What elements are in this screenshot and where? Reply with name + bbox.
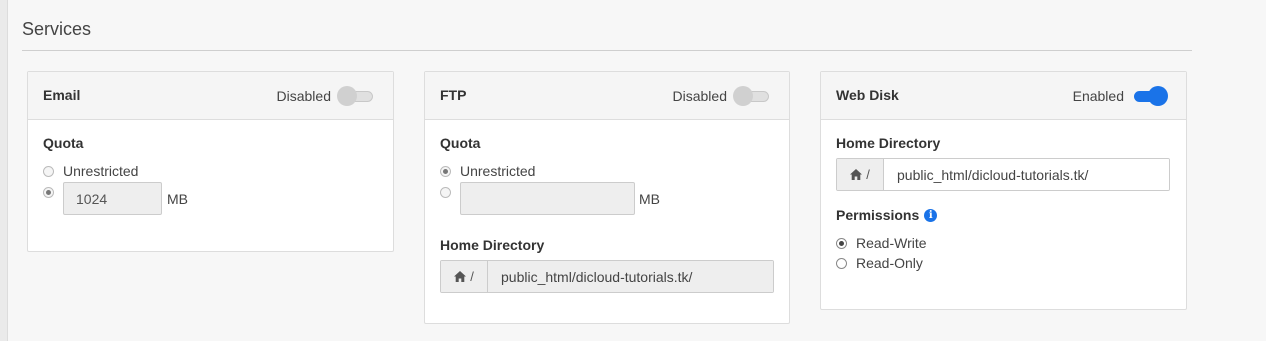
email-limited-radio[interactable] [43, 187, 54, 198]
email-quota-label: Quota [43, 135, 84, 151]
ftp-home-directory-field: / public_html/dicloud-tutorials.tk/ [440, 260, 774, 293]
webdisk-home-prefix: / [837, 159, 884, 190]
webdisk-toggle-label: Enabled [1072, 88, 1124, 104]
webdisk-home-directory-input[interactable]: public_html/dicloud-tutorials.tk/ [884, 159, 1169, 190]
email-panel-title: Email [43, 87, 81, 103]
section-divider [22, 50, 1192, 51]
ftp-panel-header: FTP Disabled [425, 72, 789, 120]
ftp-home-directory-input[interactable]: public_html/dicloud-tutorials.tk/ [488, 261, 773, 292]
webdisk-panel-title: Web Disk [836, 87, 899, 103]
webdisk-panel-header: Web Disk Enabled [821, 72, 1186, 120]
email-toggle-label: Disabled [276, 88, 331, 104]
email-toggle-group: Disabled [277, 85, 375, 107]
webdisk-read-write-label: Read-Write [856, 235, 927, 251]
webdisk-permissions-heading: Permissions i [836, 207, 938, 223]
webdisk-permissions-label: Permissions [836, 207, 920, 223]
webdisk-read-only-label: Read-Only [856, 255, 923, 271]
webdisk-home-directory-field: / public_html/dicloud-tutorials.tk/ [836, 158, 1170, 191]
ftp-home-prefix: / [441, 261, 488, 292]
webdisk-home-prefix-text: / [866, 167, 870, 182]
email-toggle-switch[interactable] [337, 85, 375, 107]
webdisk-read-only-radio[interactable] [836, 257, 847, 269]
ftp-toggle-label: Disabled [672, 88, 727, 104]
webdisk-read-only-option[interactable]: Read-Only [836, 255, 923, 271]
ftp-unrestricted-label: Unrestricted [460, 163, 536, 179]
ftp-quota-input[interactable] [460, 182, 635, 215]
ftp-unrestricted-option[interactable]: Unrestricted [440, 163, 535, 179]
webdisk-read-write-radio[interactable] [836, 237, 847, 249]
email-panel: Email Disabled Quota Unrestricted 1024 M… [27, 71, 394, 252]
email-quota-unit: MB [167, 191, 188, 207]
email-unrestricted-option[interactable]: Unrestricted [43, 163, 138, 179]
webdisk-toggle-group: Enabled [1073, 85, 1168, 107]
webdisk-panel: Web Disk Enabled Home Directory / public… [820, 71, 1187, 310]
info-icon[interactable]: i [924, 208, 938, 222]
email-unrestricted-label: Unrestricted [63, 163, 139, 179]
email-unrestricted-radio[interactable] [43, 165, 54, 177]
ftp-toggle-group: Disabled [673, 85, 771, 107]
ftp-toggle-switch[interactable] [733, 85, 771, 107]
ftp-panel-title: FTP [440, 87, 467, 103]
home-icon [850, 169, 863, 180]
ftp-panel: FTP Disabled Quota Unrestricted MB Home … [424, 71, 790, 324]
left-border [0, 0, 8, 341]
ftp-home-directory-label: Home Directory [440, 237, 545, 253]
ftp-limited-radio[interactable] [440, 187, 451, 198]
email-panel-header: Email Disabled [28, 72, 393, 120]
webdisk-toggle-switch[interactable] [1130, 85, 1168, 107]
section-title: Services [22, 19, 92, 39]
email-quota-input[interactable]: 1024 [63, 182, 162, 215]
webdisk-read-write-option[interactable]: Read-Write [836, 235, 927, 251]
ftp-quota-label: Quota [440, 135, 481, 151]
webdisk-home-directory-label: Home Directory [836, 135, 941, 151]
ftp-home-prefix-text: / [470, 269, 474, 284]
home-icon [454, 271, 467, 282]
ftp-unrestricted-radio[interactable] [440, 165, 451, 177]
ftp-quota-unit: MB [639, 191, 660, 207]
